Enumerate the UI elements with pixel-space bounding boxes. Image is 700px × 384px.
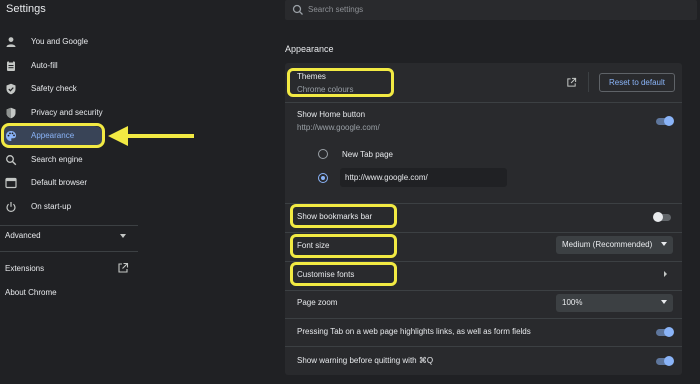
sidebar-item-label: On start-up bbox=[31, 202, 72, 211]
clipboard-icon bbox=[7, 60, 15, 71]
radio-option-new-tab[interactable]: New Tab page bbox=[318, 148, 478, 162]
page-zoom-value: 100% bbox=[562, 298, 583, 307]
sidebar-item-about-chrome[interactable]: About Chrome bbox=[0, 284, 135, 300]
sidebar-item-label: Auto-fill bbox=[31, 61, 58, 70]
row-divider bbox=[285, 232, 682, 233]
about-chrome-label: About Chrome bbox=[5, 288, 57, 297]
vertical-divider bbox=[588, 72, 589, 92]
sidebar-item-label: Privacy and security bbox=[31, 108, 103, 117]
sidebar-divider bbox=[0, 225, 138, 226]
sidebar-divider bbox=[0, 251, 138, 252]
sidebar-advanced[interactable]: Advanced bbox=[0, 228, 130, 244]
row-divider bbox=[285, 346, 682, 347]
advanced-label: Advanced bbox=[5, 231, 41, 240]
shield-check-icon bbox=[6, 83, 16, 95]
sidebar-item-label: Safety check bbox=[31, 84, 77, 93]
search-icon bbox=[6, 155, 17, 166]
chevron-down-icon bbox=[120, 234, 126, 238]
sidebar-item-you-and-google[interactable]: You and Google bbox=[0, 33, 138, 51]
home-button-toggle[interactable] bbox=[654, 115, 674, 127]
sidebar-item-label: Default browser bbox=[31, 178, 88, 187]
annotation-highlight bbox=[1, 123, 105, 148]
person-icon bbox=[6, 37, 16, 47]
chevron-down-icon bbox=[661, 300, 667, 304]
annotation-highlight bbox=[290, 204, 397, 228]
sidebar-item-label: You and Google bbox=[31, 37, 89, 46]
search-input[interactable] bbox=[308, 3, 688, 16]
search-icon bbox=[292, 4, 303, 15]
annotation-arrow-icon bbox=[108, 126, 194, 146]
custom-url-field[interactable]: http://www.google.com/ bbox=[340, 168, 507, 187]
external-link-icon bbox=[118, 262, 129, 273]
font-size-value: Medium (Recommended) bbox=[562, 240, 653, 249]
sidebar-item-search-engine[interactable]: Search engine bbox=[0, 151, 138, 169]
annotation-highlight bbox=[290, 234, 397, 258]
custom-url-value: http://www.google.com/ bbox=[345, 173, 428, 182]
annotation-highlight bbox=[287, 68, 394, 97]
power-icon bbox=[6, 202, 16, 212]
sidebar-item-label: Search engine bbox=[31, 155, 83, 164]
home-button-label: Show Home button bbox=[297, 110, 366, 119]
tab-highlight-label: Pressing Tab on a web page highlights li… bbox=[297, 327, 531, 336]
annotation-highlight bbox=[290, 262, 397, 286]
bookmarks-bar-toggle[interactable] bbox=[653, 211, 673, 223]
row-divider bbox=[285, 318, 682, 319]
quit-warning-toggle[interactable] bbox=[654, 355, 674, 367]
chevron-right-icon bbox=[664, 271, 667, 277]
chevron-down-icon bbox=[661, 242, 667, 246]
page-title: Settings bbox=[6, 3, 46, 15]
page-zoom-label: Page zoom bbox=[297, 298, 338, 307]
radio-button[interactable] bbox=[318, 149, 328, 159]
radio-option-custom-url[interactable] bbox=[318, 172, 332, 186]
section-title: Appearance bbox=[285, 44, 334, 54]
row-divider bbox=[285, 102, 682, 103]
home-button-sub: http://www.google.com/ bbox=[297, 123, 380, 132]
browser-icon bbox=[5, 177, 17, 189]
sidebar-item-default-browser[interactable]: Default browser bbox=[0, 174, 138, 192]
sidebar-item-on-start-up[interactable]: On start-up bbox=[0, 198, 138, 216]
page-zoom-select[interactable]: 100% bbox=[556, 294, 673, 312]
sidebar-item-auto-fill[interactable]: Auto-fill bbox=[0, 57, 138, 75]
external-link-icon[interactable] bbox=[566, 77, 577, 88]
sidebar-item-privacy-and-security[interactable]: Privacy and security bbox=[0, 104, 138, 122]
shield-icon bbox=[6, 107, 16, 119]
sidebar-item-safety-check[interactable]: Safety check bbox=[0, 80, 138, 98]
row-divider bbox=[285, 290, 682, 291]
extensions-label: Extensions bbox=[5, 264, 45, 273]
quit-warning-label: Show warning before quitting with ⌘Q bbox=[297, 356, 434, 365]
sidebar-item-extensions[interactable]: Extensions bbox=[0, 260, 135, 276]
font-size-select[interactable]: Medium (Recommended) bbox=[556, 236, 673, 254]
tab-highlight-toggle[interactable] bbox=[654, 326, 674, 338]
radio-label: New Tab page bbox=[342, 150, 393, 159]
reset-to-default-button[interactable]: Reset to default bbox=[599, 73, 675, 92]
